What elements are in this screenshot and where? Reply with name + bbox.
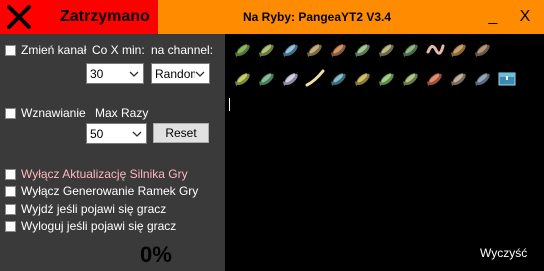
minimize-button[interactable]: _ xyxy=(482,4,504,30)
checkbox-box[interactable] xyxy=(5,168,16,180)
text-cursor xyxy=(229,98,230,111)
fish-green-icon[interactable] xyxy=(233,38,253,60)
on-channel-label: na channel: xyxy=(151,43,214,57)
checkbox-box[interactable] xyxy=(5,44,16,56)
channel-select[interactable]: Random xyxy=(151,63,210,84)
resume-checkbox[interactable]: Wznawianie xyxy=(5,106,86,120)
fish-perch-icon[interactable] xyxy=(449,38,469,60)
fish-goby-icon[interactable] xyxy=(401,67,421,89)
checkbox-box[interactable] xyxy=(5,203,16,215)
status-text: Zatrzymano xyxy=(60,8,150,25)
fish-salmon-icon[interactable] xyxy=(329,38,349,60)
clear-button[interactable]: Wyczyść xyxy=(480,246,527,260)
option-label: Wyłącz Generowanie Ramek Gry xyxy=(21,184,199,198)
fish-bream-icon[interactable] xyxy=(377,38,397,60)
checkbox-box[interactable] xyxy=(5,220,16,232)
fish-mackerel-icon[interactable] xyxy=(281,38,301,60)
status-block: Zatrzymano xyxy=(0,0,158,34)
chevron-down-icon xyxy=(129,71,139,77)
resume-label: Wznawianie xyxy=(21,106,86,120)
option-label: Wyjdź jeśli pojawi się gracz xyxy=(21,202,167,216)
checkbox-box[interactable] xyxy=(5,185,16,197)
minutes-value: 30 xyxy=(90,67,104,81)
close-button[interactable]: X xyxy=(514,4,536,30)
checkbox-box[interactable] xyxy=(5,107,16,119)
fish-pike-icon[interactable] xyxy=(401,38,421,60)
fish-carp-icon[interactable] xyxy=(305,38,325,60)
stop-x-icon[interactable] xyxy=(6,4,32,30)
minutes-select[interactable]: 30 xyxy=(86,63,144,84)
fish-tench-icon[interactable] xyxy=(257,67,277,89)
fish-yellow-icon[interactable] xyxy=(233,67,253,89)
change-channel-label: Zmień kanał xyxy=(21,43,87,57)
fish-silver-icon[interactable] xyxy=(281,67,301,89)
fish-grayling-icon[interactable] xyxy=(473,67,493,89)
fish-koi-icon[interactable] xyxy=(449,67,469,89)
fish-trout-icon[interactable] xyxy=(353,38,373,60)
app-title: Na Ryby: PangeaYT2 V3.4 xyxy=(243,10,392,24)
chevron-down-icon xyxy=(195,71,205,77)
fish-tuna-icon[interactable] xyxy=(329,67,349,89)
reset-button[interactable]: Reset xyxy=(153,123,209,143)
worm-bait-icon[interactable] xyxy=(425,38,445,60)
option-label: Wyloguj jeśli pojawi się gracz xyxy=(21,219,177,233)
option-checkbox[interactable]: Wyłącz Generowanie Ramek Gry xyxy=(5,184,198,198)
progress-percent: 0% xyxy=(140,242,172,267)
fish-catfish-icon[interactable] xyxy=(473,38,493,60)
fish-char-icon[interactable] xyxy=(377,67,397,89)
option-checkbox[interactable]: Wyjdź jeśli pojawi się gracz xyxy=(5,202,166,216)
option-checkbox[interactable]: Wyłącz Aktualizację Silnika Gry xyxy=(5,167,188,181)
fish-bass-icon[interactable] xyxy=(257,38,277,60)
channel-value: Random xyxy=(155,67,195,81)
fish-goldfish-icon[interactable] xyxy=(353,67,373,89)
max-times-value: 50 xyxy=(90,127,104,141)
change-channel-checkbox[interactable]: Zmień kanał xyxy=(5,43,86,57)
max-times-label: Max Razy xyxy=(95,106,149,120)
max-times-select[interactable]: 50 xyxy=(86,123,147,144)
option-checkbox[interactable]: Wyloguj jeśli pojawi się gracz xyxy=(5,219,176,233)
fish-red-icon[interactable] xyxy=(425,67,445,89)
option-label: Wyłącz Aktualizację Silnika Gry xyxy=(21,167,188,181)
title-bar: Zatrzymano Na Ryby: PangeaYT2 V3.4 _ X xyxy=(0,0,544,34)
eel-icon[interactable] xyxy=(305,67,325,89)
treasure-chest-icon[interactable] xyxy=(497,67,517,89)
chevron-down-icon xyxy=(132,131,142,137)
every-x-min-label: Co X min: xyxy=(92,43,145,57)
